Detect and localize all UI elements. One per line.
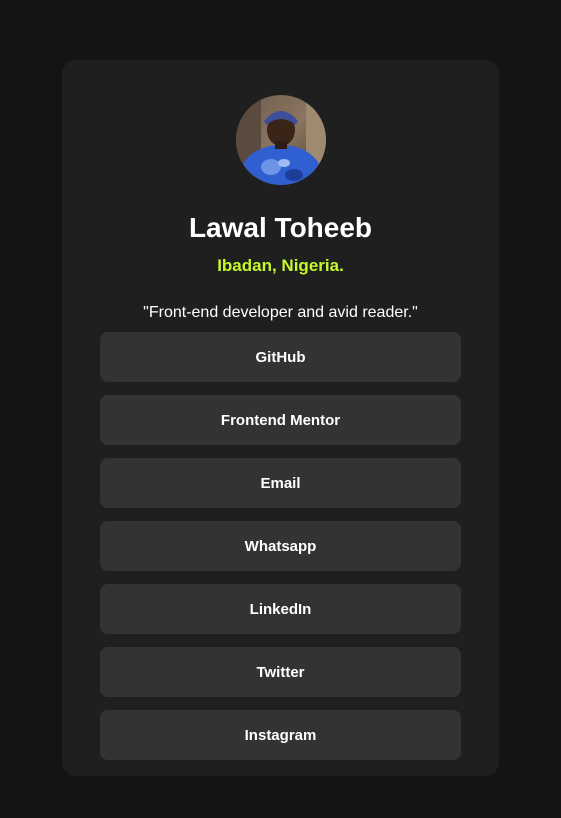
github-link-button[interactable]: GitHub [100,332,461,382]
social-links-list: GitHub Frontend Mentor Email Whatsapp Li… [100,332,461,773]
email-link-button[interactable]: Email [100,458,461,508]
profile-bio: "Front-end developer and avid reader." [143,304,418,321]
linkedin-link-button[interactable]: LinkedIn [100,584,461,634]
frontend-mentor-link-button[interactable]: Frontend Mentor [100,395,461,445]
twitter-link-button[interactable]: Twitter [100,647,461,697]
avatar [236,95,326,185]
profile-location: Ibadan, Nigeria. [217,256,344,275]
avatar-image [236,95,326,185]
profile-card: Lawal Toheeb Ibadan, Nigeria. "Front-end… [62,60,499,776]
instagram-link-button[interactable]: Instagram [100,710,461,760]
whatsapp-link-button[interactable]: Whatsapp [100,521,461,571]
profile-name: Lawal Toheeb [188,212,373,243]
